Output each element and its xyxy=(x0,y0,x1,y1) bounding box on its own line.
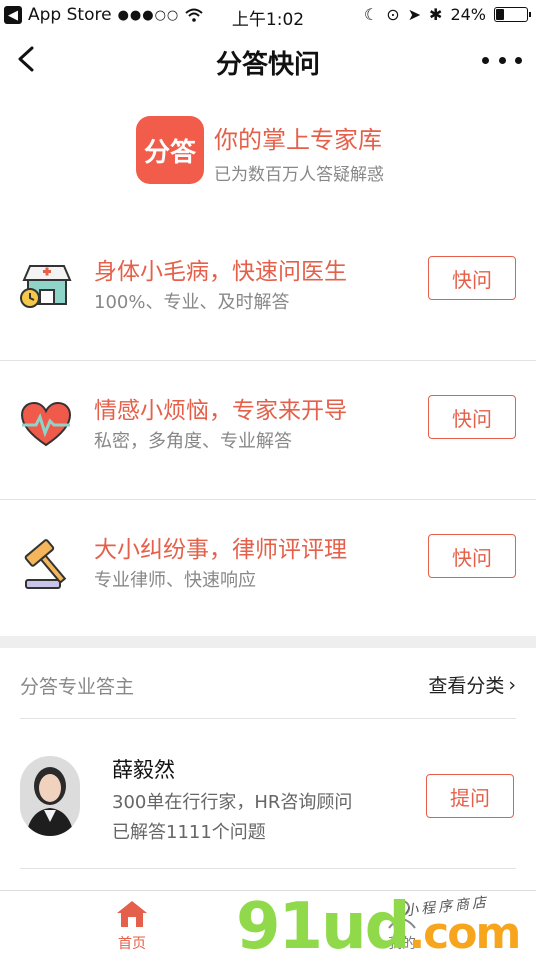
nav-bar: 分答快问 xyxy=(0,32,536,90)
hero-slogan: 你的掌上专家库 xyxy=(214,126,382,154)
view-categories-link[interactable]: 查看分类 › xyxy=(428,671,516,698)
more-menu-icon[interactable] xyxy=(482,48,522,72)
battery-percent: 24% xyxy=(450,5,486,24)
lock-rotation-icon: ⊙ xyxy=(386,5,400,24)
expert-list-item[interactable]: 薛毅然 300单在行行家，HR咨询顾问 已解答1111个问题 提问 xyxy=(0,720,536,870)
ask-question-button[interactable]: 提问 xyxy=(426,774,514,818)
battery-icon xyxy=(494,7,531,22)
expert-answer-count: 已解答1111个问题 xyxy=(112,822,266,843)
section-label: 分答专业答主 xyxy=(20,676,135,698)
hero-subtitle: 已为数百万人答疑解惑 xyxy=(214,165,384,185)
clinic-icon xyxy=(20,265,72,308)
quick-ask-button[interactable]: 快问 xyxy=(428,395,516,439)
divider xyxy=(20,868,516,869)
bluetooth-icon: ✱ xyxy=(429,5,443,24)
service-desc: 100%、专业、及时解答 xyxy=(94,292,290,313)
gavel-icon xyxy=(24,539,67,589)
quick-ask-button[interactable]: 快问 xyxy=(428,256,516,300)
quick-ask-button[interactable]: 快问 xyxy=(428,534,516,578)
watermark-main: 91ud xyxy=(236,890,410,964)
service-desc: 专业律师、快速响应 xyxy=(94,570,256,591)
app-logo: 分答 xyxy=(136,116,204,184)
chevron-right-icon[interactable]: › xyxy=(508,674,516,696)
expert-name: 薛毅然 xyxy=(112,758,175,782)
home-icon[interactable] xyxy=(115,899,149,929)
service-title: 大小纠纷事，律师评评理 xyxy=(94,537,347,563)
service-item-doctor[interactable]: 身体小毛病，快速问医生 100%、专业、及时解答 快问 xyxy=(0,222,536,361)
tab-home-label[interactable]: 首页 xyxy=(118,936,146,952)
section-gap xyxy=(0,636,536,648)
service-desc: 私密，多角度、专业解答 xyxy=(94,431,292,452)
divider xyxy=(20,718,516,719)
moon-icon: ☾ xyxy=(363,5,379,24)
service-title: 情感小烦恼，专家来开导 xyxy=(94,398,347,424)
service-item-lawyer[interactable]: 大小纠纷事，律师评评理 专业律师、快速响应 快问 xyxy=(0,500,536,639)
hero-banner: 分答 你的掌上专家库 已为数百万人答疑解惑 xyxy=(136,116,436,186)
service-item-emotion[interactable]: 情感小烦恼，专家来开导 私密，多角度、专业解答 快问 xyxy=(0,361,536,500)
status-bar: ◀ App Store ●●●○○ 上午1:02 ☾ ⊙ ➤ ✱ 24% xyxy=(0,0,536,32)
avatar xyxy=(20,756,80,836)
experts-section-header: 分答专业答主 查看分类 › xyxy=(0,648,536,718)
heart-pulse-icon xyxy=(20,401,72,447)
page-title: 分答快问 xyxy=(215,50,320,80)
view-categories-label[interactable]: 查看分类 xyxy=(428,671,504,698)
expert-title: 300单在行行家，HR咨询顾问 xyxy=(112,792,353,813)
service-title: 身体小毛病，快速问医生 xyxy=(94,259,347,285)
location-icon: ➤ xyxy=(407,5,422,24)
tab-home[interactable]: 首页 xyxy=(92,899,172,953)
